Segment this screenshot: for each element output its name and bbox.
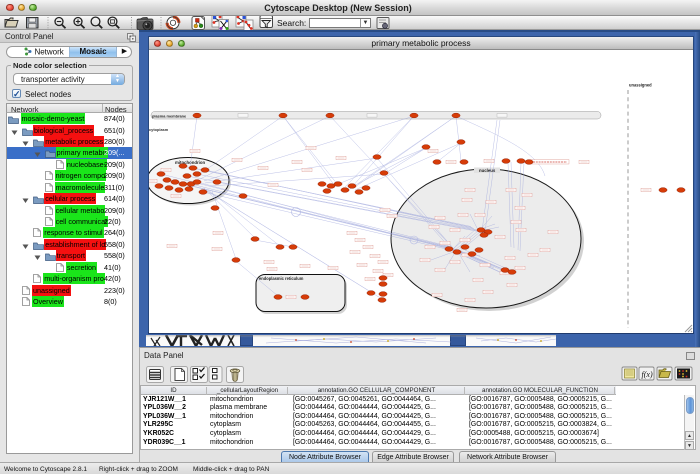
svg-text:endoplasmic reticulum: endoplasmic reticulum: [259, 276, 304, 281]
svg-text:f(x): f(x): [642, 370, 653, 379]
svg-text:plasma membrane: plasma membrane: [152, 114, 187, 119]
svg-text:cytoplasm: cytoplasm: [149, 127, 169, 132]
svg-text:unassigned: unassigned: [629, 83, 652, 88]
